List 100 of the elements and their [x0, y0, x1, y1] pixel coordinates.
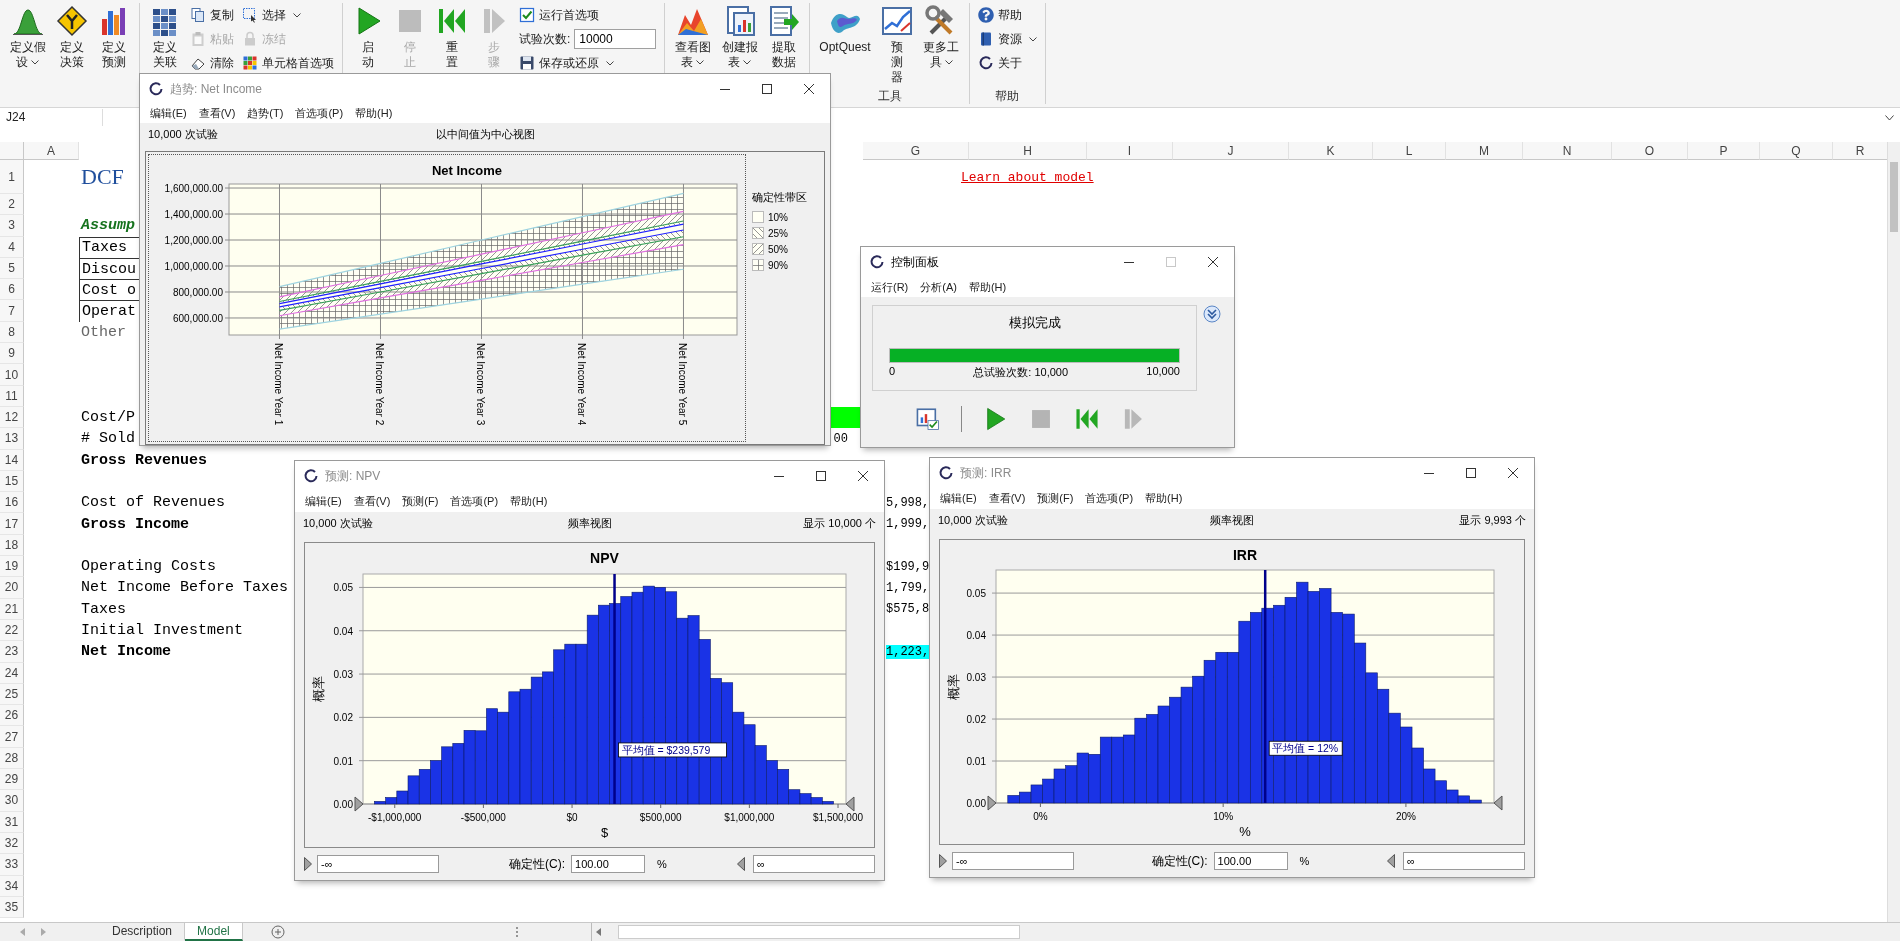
scrollbar-thumb[interactable] — [1890, 162, 1898, 232]
scroll-left-icon[interactable] — [595, 928, 602, 936]
menu-item[interactable]: 帮助(H) — [349, 106, 399, 121]
column-header[interactable]: M — [1446, 142, 1523, 160]
row-header[interactable]: 24 — [0, 662, 24, 684]
column-header[interactable]: G — [863, 142, 969, 160]
column-header[interactable]: O — [1612, 142, 1688, 160]
ribbon-button[interactable]: 提取数据 — [765, 3, 804, 72]
ribbon-button[interactable]: 重置 — [433, 3, 471, 72]
row-header[interactable]: 16 — [0, 492, 24, 514]
scrollbar-thumb[interactable] — [617, 925, 1020, 939]
menu-item[interactable]: 查看(V) — [192, 106, 242, 121]
name-box[interactable]: J24 — [2, 109, 103, 126]
ribbon-button[interactable]: 启动 — [349, 3, 387, 72]
row-header[interactable]: 17 — [0, 513, 24, 535]
row-header[interactable]: 34 — [0, 875, 24, 897]
row-header[interactable]: 21 — [0, 598, 24, 620]
scroll-right-icon[interactable] — [40, 928, 46, 936]
ribbon-button[interactable]: 关于 — [975, 52, 1039, 74]
menu-item[interactable]: 帮助(H) — [1139, 491, 1189, 506]
menu-item[interactable]: 帮助(H) — [962, 279, 1013, 295]
row-header[interactable]: 2 — [0, 194, 24, 216]
row-header[interactable]: 19 — [0, 556, 24, 578]
row-header[interactable]: 32 — [0, 832, 24, 855]
menu-item[interactable]: 首选项(P) — [289, 106, 350, 121]
add-sheet-icon[interactable] — [270, 925, 285, 939]
row-header[interactable]: 18 — [0, 534, 24, 557]
menu-item[interactable]: 预测(F) — [396, 494, 445, 509]
select-all-corner[interactable] — [0, 142, 24, 160]
input-field[interactable]: 100.00 — [1213, 852, 1288, 870]
ribbon-button[interactable]: 定义关联 — [146, 3, 184, 72]
column-header[interactable]: R — [1833, 142, 1887, 160]
toolbar-button[interactable] — [1074, 406, 1100, 432]
row-header[interactable]: 10 — [0, 364, 24, 386]
column-header[interactable]: L — [1373, 142, 1446, 160]
row-header[interactable]: 26 — [0, 705, 24, 727]
row-header[interactable]: 20 — [0, 577, 24, 599]
menu-item[interactable]: 编辑(E) — [144, 106, 193, 121]
row-header[interactable]: 14 — [0, 449, 24, 471]
grabber-icon[interactable] — [737, 857, 745, 871]
menu-item[interactable]: 分析(A) — [914, 279, 963, 295]
menu-item[interactable]: 首选项(P) — [1079, 491, 1140, 506]
row-header[interactable]: 7 — [0, 300, 24, 322]
row-header[interactable]: 9 — [0, 343, 24, 365]
ribbon-button[interactable]: 定义假设 — [6, 3, 49, 72]
ribbon-button[interactable]: 运行首选项 — [517, 4, 659, 26]
row-header[interactable]: 25 — [0, 683, 24, 706]
row-header[interactable]: 23 — [0, 641, 24, 663]
row-header[interactable]: 30 — [0, 790, 24, 812]
input-field[interactable]: -∞ — [317, 855, 439, 873]
ribbon-button[interactable]: 资源 — [975, 28, 1039, 50]
row-header[interactable]: 31 — [0, 811, 24, 833]
menu-item[interactable]: 编辑(E) — [299, 494, 348, 509]
ribbon-button[interactable]: 复制 — [188, 4, 236, 26]
column-header[interactable]: A — [24, 142, 79, 160]
row-header[interactable]: 29 — [0, 769, 24, 791]
column-header[interactable]: I — [1087, 142, 1173, 160]
column-header[interactable]: H — [969, 142, 1087, 160]
grabber-icon[interactable] — [304, 857, 312, 871]
input-field[interactable]: ∞ — [753, 855, 875, 873]
ribbon-button[interactable]: 查看图表 — [671, 3, 715, 72]
splitter-icon[interactable] — [514, 926, 519, 938]
row-header[interactable]: 33 — [0, 854, 24, 876]
row-header[interactable]: 27 — [0, 726, 24, 748]
menu-item[interactable]: 运行(R) — [865, 279, 915, 295]
row-header[interactable]: 13 — [0, 428, 24, 450]
row-header[interactable]: 3 — [0, 215, 24, 237]
row-header[interactable]: 11 — [0, 385, 24, 407]
menu-item[interactable]: 帮助(H) — [504, 494, 554, 509]
ribbon-button[interactable]: 帮助 — [975, 4, 1039, 26]
ribbon-button[interactable]: 定义决策 — [53, 3, 91, 72]
ribbon-button[interactable]: 更多工具 — [919, 3, 963, 72]
row-header[interactable]: 22 — [0, 619, 24, 642]
menu-item[interactable]: 首选项(P) — [444, 494, 505, 509]
row-header[interactable]: 12 — [0, 406, 24, 429]
caret-icon[interactable] — [1885, 115, 1894, 121]
column-header[interactable]: K — [1289, 142, 1373, 160]
grabber-icon[interactable] — [987, 795, 997, 811]
row-header[interactable]: 28 — [0, 747, 24, 769]
scrollbar[interactable] — [1887, 142, 1900, 922]
grabber-icon[interactable] — [1387, 854, 1395, 868]
link[interactable]: Learn about model — [961, 169, 1094, 185]
toolbar-button[interactable] — [915, 406, 941, 432]
grabber-icon[interactable] — [845, 796, 855, 812]
input-field[interactable]: 100.00 — [571, 855, 646, 873]
expand-icon[interactable] — [1203, 305, 1221, 323]
row-header[interactable]: 5 — [0, 257, 24, 280]
input-field[interactable]: -∞ — [952, 852, 1074, 870]
row-header[interactable]: 6 — [0, 279, 24, 301]
grabber-icon[interactable] — [1493, 795, 1503, 811]
grabber-icon[interactable] — [939, 854, 947, 868]
menu-item[interactable]: 查看(V) — [982, 491, 1032, 506]
row-header[interactable]: 8 — [0, 321, 24, 344]
row-header[interactable]: 35 — [0, 896, 24, 919]
column-header[interactable]: N — [1523, 142, 1612, 160]
column-header[interactable]: P — [1688, 142, 1760, 160]
ribbon-button[interactable]: 创建报表 — [718, 3, 762, 72]
ribbon-button[interactable]: 单元格首选项 — [240, 52, 336, 74]
menu-item[interactable]: 预测(F) — [1031, 491, 1080, 506]
ribbon-button[interactable]: 定义预测 — [95, 3, 133, 72]
